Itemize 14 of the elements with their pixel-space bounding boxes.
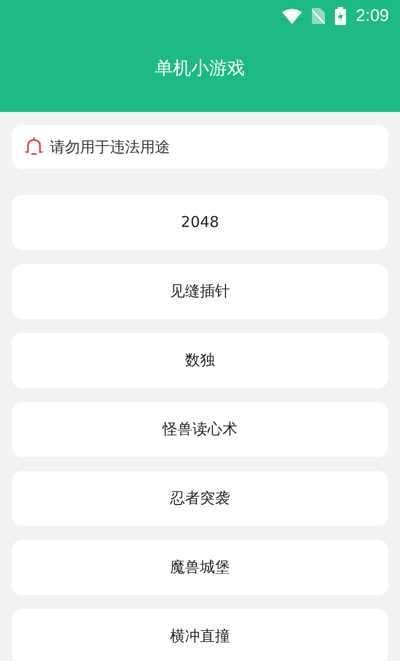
game-button[interactable]: 魔兽城堡 [12, 540, 388, 595]
notice-text: 请勿用于违法用途 [50, 136, 170, 158]
game-button[interactable]: 怪兽读心术 [12, 402, 388, 457]
no-sim-icon [312, 8, 325, 24]
game-button[interactable]: 见缝插针 [12, 264, 388, 319]
status-time: 2:09 [356, 5, 389, 28]
app-title: 单机小游戏 [155, 56, 245, 80]
wifi-icon [282, 8, 302, 24]
game-button[interactable]: 横冲直撞 [12, 609, 388, 661]
bell-icon [24, 137, 44, 157]
game-button[interactable]: 数独 [12, 333, 388, 388]
battery-charging-icon [334, 7, 346, 25]
game-button[interactable]: 忍者突袭 [12, 471, 388, 526]
game-button[interactable]: 2048 [12, 195, 388, 250]
